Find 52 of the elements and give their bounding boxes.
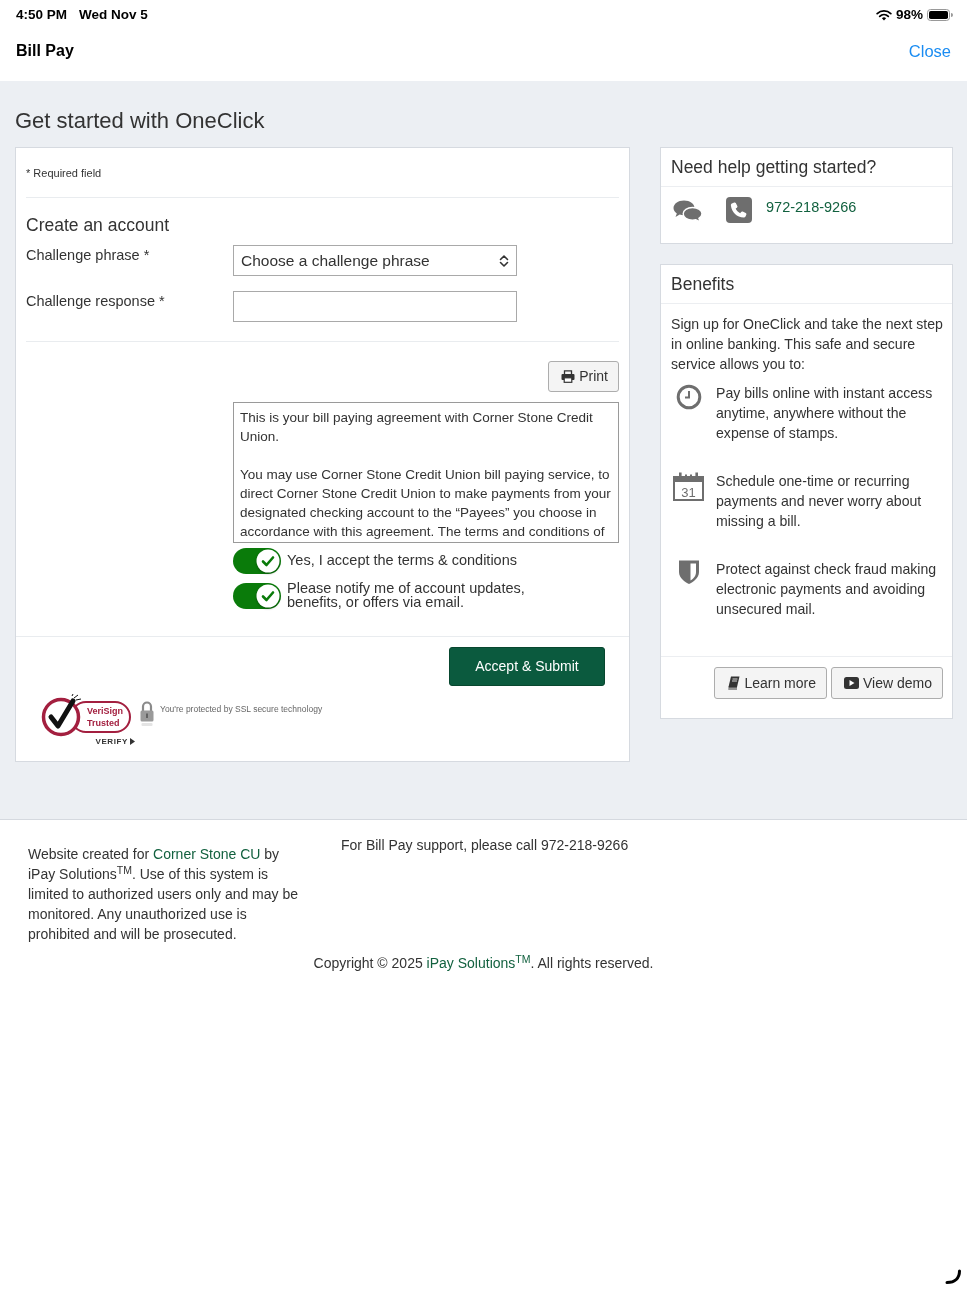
toggle-label: Please notify me of account updates, benefits, or offers via email. bbox=[287, 582, 526, 609]
battery-percent-text: 98% bbox=[895, 5, 923, 24]
book-icon bbox=[727, 676, 741, 690]
seal-verify-text: VERIFY bbox=[95, 737, 128, 746]
benefit-text: Pay bills online with instant access anytime, anywhere without the expense of stamps. bbox=[716, 384, 934, 443]
agreement-paragraph: You may use Corner Stone Credit Union bill paying service, to direct Corner Stone Credit Union to make payments from your designated checking account to the “Payees” you choose in accordance with this agreement. The terms and conditions of bbox=[240, 466, 612, 541]
view-demo-button[interactable]: View demo bbox=[831, 667, 943, 699]
company-link[interactable]: iPay Solutions$^{TM}$ bbox=[426, 955, 531, 971]
dropdown-field[interactable]: Choose a challenge phrase bbox=[233, 245, 517, 276]
help-panel-title: Need help getting started? bbox=[661, 148, 952, 187]
shield-icon bbox=[678, 559, 700, 585]
check-knob-icon bbox=[256, 583, 280, 608]
section-title: Create an account bbox=[26, 214, 170, 236]
field-label: Challenge response * bbox=[26, 292, 166, 311]
header-title: Bill Pay bbox=[16, 41, 74, 61]
arc-icon bbox=[944, 1269, 962, 1285]
chat-bubbles-icon[interactable] bbox=[673, 200, 703, 222]
footer-disclaimer: Website created for Corner Stone CU by iPay Solutions$^{TM}$. Use of this system is limited to authorized users only and may be monitored. Any unauthorized use is prohibited and will be prosecuted. bbox=[28, 845, 300, 944]
required-field-note: * Required field bbox=[26, 166, 103, 180]
play-icon bbox=[844, 677, 859, 689]
check-knob-icon bbox=[256, 549, 280, 573]
time-text: 4:50 PM bbox=[16, 5, 68, 24]
date-text: Wed Nov 5 bbox=[79, 5, 148, 24]
printer-icon bbox=[561, 370, 576, 383]
wifi-icon bbox=[875, 9, 892, 21]
field-label: Challenge phrase * bbox=[26, 246, 151, 265]
padlock-icon bbox=[139, 700, 155, 727]
benefits-intro-text: Sign up for OneClick and take the next step in online banking. This safe and secure service allows you to: bbox=[671, 315, 944, 374]
client-link[interactable]: Corner Stone CU bbox=[153, 846, 261, 862]
benefit-text: Protect against check fraud making electronic payments and avoiding unsecured mail. bbox=[716, 560, 938, 619]
clock-icon bbox=[676, 384, 702, 410]
battery-icon bbox=[927, 9, 953, 21]
toggle-switch[interactable] bbox=[233, 548, 281, 574]
support-text: For Bill Pay support, please call 972-218-9266 bbox=[341, 836, 629, 855]
triangle-icon bbox=[130, 738, 135, 745]
print-button[interactable]: Print bbox=[548, 361, 619, 392]
benefits-panel-title: Benefits bbox=[661, 265, 952, 304]
text-input-field[interactable] bbox=[233, 291, 517, 322]
toggle-switch[interactable] bbox=[233, 582, 281, 609]
toggle-label: Yes, I accept the terms & conditions bbox=[287, 554, 517, 568]
learn-more-button[interactable]: Learn more bbox=[714, 667, 827, 699]
copyright-text: Copyright © 2025 iPay Solutions$^{TM}$. All rights reserved. bbox=[312, 953, 655, 973]
benefit-text: Schedule one-time or recurring payments and never worry about missing a bill. bbox=[716, 472, 923, 531]
updown-chevron-icon bbox=[499, 253, 509, 268]
ssl-note: You're protected by SSL secure technology bbox=[160, 704, 323, 715]
phone-link[interactable]: 972-218-9266 bbox=[766, 197, 857, 217]
agreement-paragraph: This is your bill paying agreement with Corner Stone Credit Union. bbox=[240, 409, 594, 446]
seal-tagline-text: Trusted bbox=[87, 717, 121, 729]
seal-brand-text: VeriSign bbox=[87, 705, 123, 717]
phone-icon[interactable] bbox=[726, 197, 752, 223]
page-title: Get started with OneClick bbox=[15, 107, 266, 135]
accept-submit-button[interactable]: Accept & Submit bbox=[449, 647, 605, 686]
